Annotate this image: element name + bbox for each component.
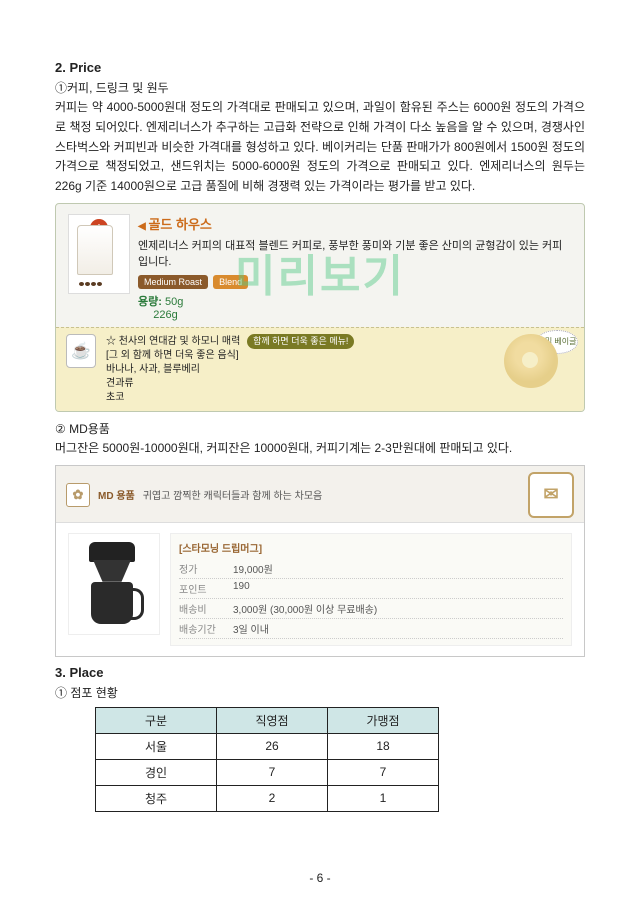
col-franchise: 가맹점 — [328, 707, 439, 733]
pair-items2: 견과류 — [106, 378, 134, 389]
spec-row: 배송비3,000원 (30,000원 이상 무료배송) — [179, 599, 563, 619]
maker-top-icon — [89, 542, 135, 562]
md-paragraph: 머그잔은 5000원-10000원대, 커피잔은 10000원대, 커피기계는 … — [55, 439, 585, 459]
place-heading: 3. Place — [55, 665, 585, 680]
product-title: 골드 하우스 — [138, 214, 572, 233]
cell-direct: 2 — [217, 785, 328, 811]
pair-items3: 초코 — [106, 392, 124, 403]
maker-carafe-icon — [91, 582, 133, 624]
spec-key: 배송기간 — [179, 621, 233, 636]
coffee-maker-image — [68, 533, 160, 635]
product-row: A 골드 하우스 엔제리너스 커피의 대표적 블렌드 커피로, 풍부한 풍미와 … — [56, 204, 584, 327]
spec-title: [스타모닝 드립머그] — [179, 540, 563, 555]
stamp-icon: ✉ — [528, 472, 574, 518]
cell-franchise: 7 — [328, 759, 439, 785]
spec-row: 포인트190 — [179, 579, 563, 599]
spec-key: 포인트 — [179, 581, 233, 596]
product-info: 골드 하우스 엔제리너스 커피의 대표적 블렌드 커피로, 풍부한 풍미와 기분… — [138, 214, 572, 321]
weight-226g: 226g — [153, 309, 177, 321]
table-row: 경인 7 7 — [96, 759, 439, 785]
pair-pill: 함께 하면 더욱 좋은 메뉴! — [247, 334, 354, 349]
bag-icon — [77, 225, 113, 275]
pair-items-label: [그 외 함께 하면 더욱 좋은 음식] — [106, 350, 239, 361]
spec-row: 정가19,000원 — [179, 559, 563, 579]
price-sub1: ①커피, 드링크 및 원두 — [55, 79, 585, 96]
table-header-row: 구분 직영점 가맹점 — [96, 707, 439, 733]
table-row: 청주 2 1 — [96, 785, 439, 811]
product-card-md: ✿ MD 용품 귀엽고 깜찍한 캐릭터들과 함께 하는 차모음 ✉ [스타모닝 … — [55, 465, 585, 657]
table-row: 서울 26 18 — [96, 733, 439, 759]
cell-region: 청주 — [96, 785, 217, 811]
md-body: [스타모닝 드립머그] 정가19,000원 포인트190 배송비3,000원 (… — [56, 523, 584, 656]
cell-direct: 7 — [217, 759, 328, 785]
beans-icon — [79, 275, 109, 287]
place-sub: ① 점포 현황 — [55, 684, 585, 701]
pair-items: 바나나, 사과, 블루베리 — [106, 364, 200, 375]
weight-info: 용량: 50g 226g — [138, 293, 572, 321]
roast-badge: Medium Roast — [138, 275, 208, 289]
cell-region: 경인 — [96, 759, 217, 785]
cell-region: 서울 — [96, 733, 217, 759]
spec-row: 배송기간3일 이내 — [179, 619, 563, 639]
weight-50g: 50g — [165, 296, 183, 308]
col-category: 구분 — [96, 707, 217, 733]
maker-funnel-icon — [93, 560, 131, 582]
spec-val: 3일 이내 — [233, 621, 563, 636]
bagel-image: 호밀 베이글 — [504, 334, 574, 394]
maker-handle-icon — [129, 588, 144, 620]
spec-table: [스타모닝 드립머그] 정가19,000원 포인트190 배송비3,000원 (… — [170, 533, 572, 646]
store-table: 구분 직영점 가맹점 서울 26 18 경인 7 7 청주 2 1 — [95, 707, 439, 812]
spec-val: 19,000원 — [233, 561, 563, 576]
col-direct: 직영점 — [217, 707, 328, 733]
md-sub: ② MD용품 — [55, 420, 585, 437]
pair-lead: ☆ 천사의 연대감 및 하모니 매력 — [106, 336, 240, 347]
document-page: 미리보기 2. Price ①커피, 드링크 및 원두 커피는 약 4000-5… — [0, 0, 640, 905]
cup-icon: ☕ — [66, 334, 96, 368]
spec-key: 배송비 — [179, 601, 233, 616]
product-badges: Medium Roast Blend — [138, 275, 572, 289]
md-badge: MD 용품 — [98, 487, 135, 502]
gift-icon: ✿ — [66, 483, 90, 507]
cell-franchise: 1 — [328, 785, 439, 811]
pairing-strip: ☕ ☆ 천사의 연대감 및 하모니 매력 함께 하면 더욱 좋은 메뉴! [그 … — [56, 327, 584, 411]
page-number: - 6 - — [0, 871, 640, 885]
price-paragraph: 커피는 약 4000-5000원대 정도의 가격대로 판매되고 있으며, 과일이… — [55, 98, 585, 197]
bagel-icon — [504, 334, 558, 388]
cell-direct: 26 — [217, 733, 328, 759]
pairing-text: ☆ 천사의 연대감 및 하모니 매력 함께 하면 더욱 좋은 메뉴! [그 외 … — [106, 334, 494, 405]
weight-label: 용량: — [138, 296, 162, 308]
cell-franchise: 18 — [328, 733, 439, 759]
spec-key: 정가 — [179, 561, 233, 576]
spec-val: 190 — [233, 581, 563, 596]
blend-badge: Blend — [213, 275, 248, 289]
coffee-bag-image: A — [68, 214, 130, 294]
md-tagline: 귀엽고 깜찍한 캐릭터들과 함께 하는 차모음 — [143, 487, 323, 502]
product-card-goldhouse: A 골드 하우스 엔제리너스 커피의 대표적 블렌드 커피로, 풍부한 풍미와 … — [55, 203, 585, 412]
price-heading: 2. Price — [55, 60, 585, 75]
product-desc: 엔제리너스 커피의 대표적 블렌드 커피로, 풍부한 풍미와 기분 좋은 산미의… — [138, 237, 572, 269]
spec-val: 3,000원 (30,000원 이상 무료배송) — [233, 601, 563, 616]
md-header: ✿ MD 용품 귀엽고 깜찍한 캐릭터들과 함께 하는 차모음 ✉ — [56, 466, 584, 523]
